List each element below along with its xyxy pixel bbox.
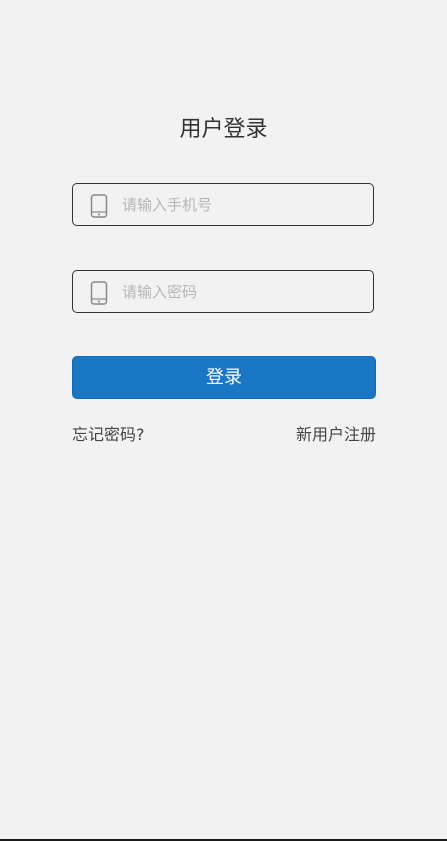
mobile-phone-icon bbox=[90, 194, 108, 218]
register-link[interactable]: 新用户注册 bbox=[296, 423, 376, 447]
password-input[interactable] bbox=[122, 271, 362, 312]
mobile-phone-icon bbox=[90, 281, 108, 305]
phone-input[interactable] bbox=[122, 184, 362, 225]
page-title: 用户登录 bbox=[179, 117, 268, 142]
forgot-password-link[interactable]: 忘记密码? bbox=[72, 423, 145, 447]
login-button[interactable]: 登录 bbox=[72, 356, 376, 399]
password-field[interactable] bbox=[72, 270, 374, 313]
phone-field[interactable] bbox=[72, 183, 374, 226]
